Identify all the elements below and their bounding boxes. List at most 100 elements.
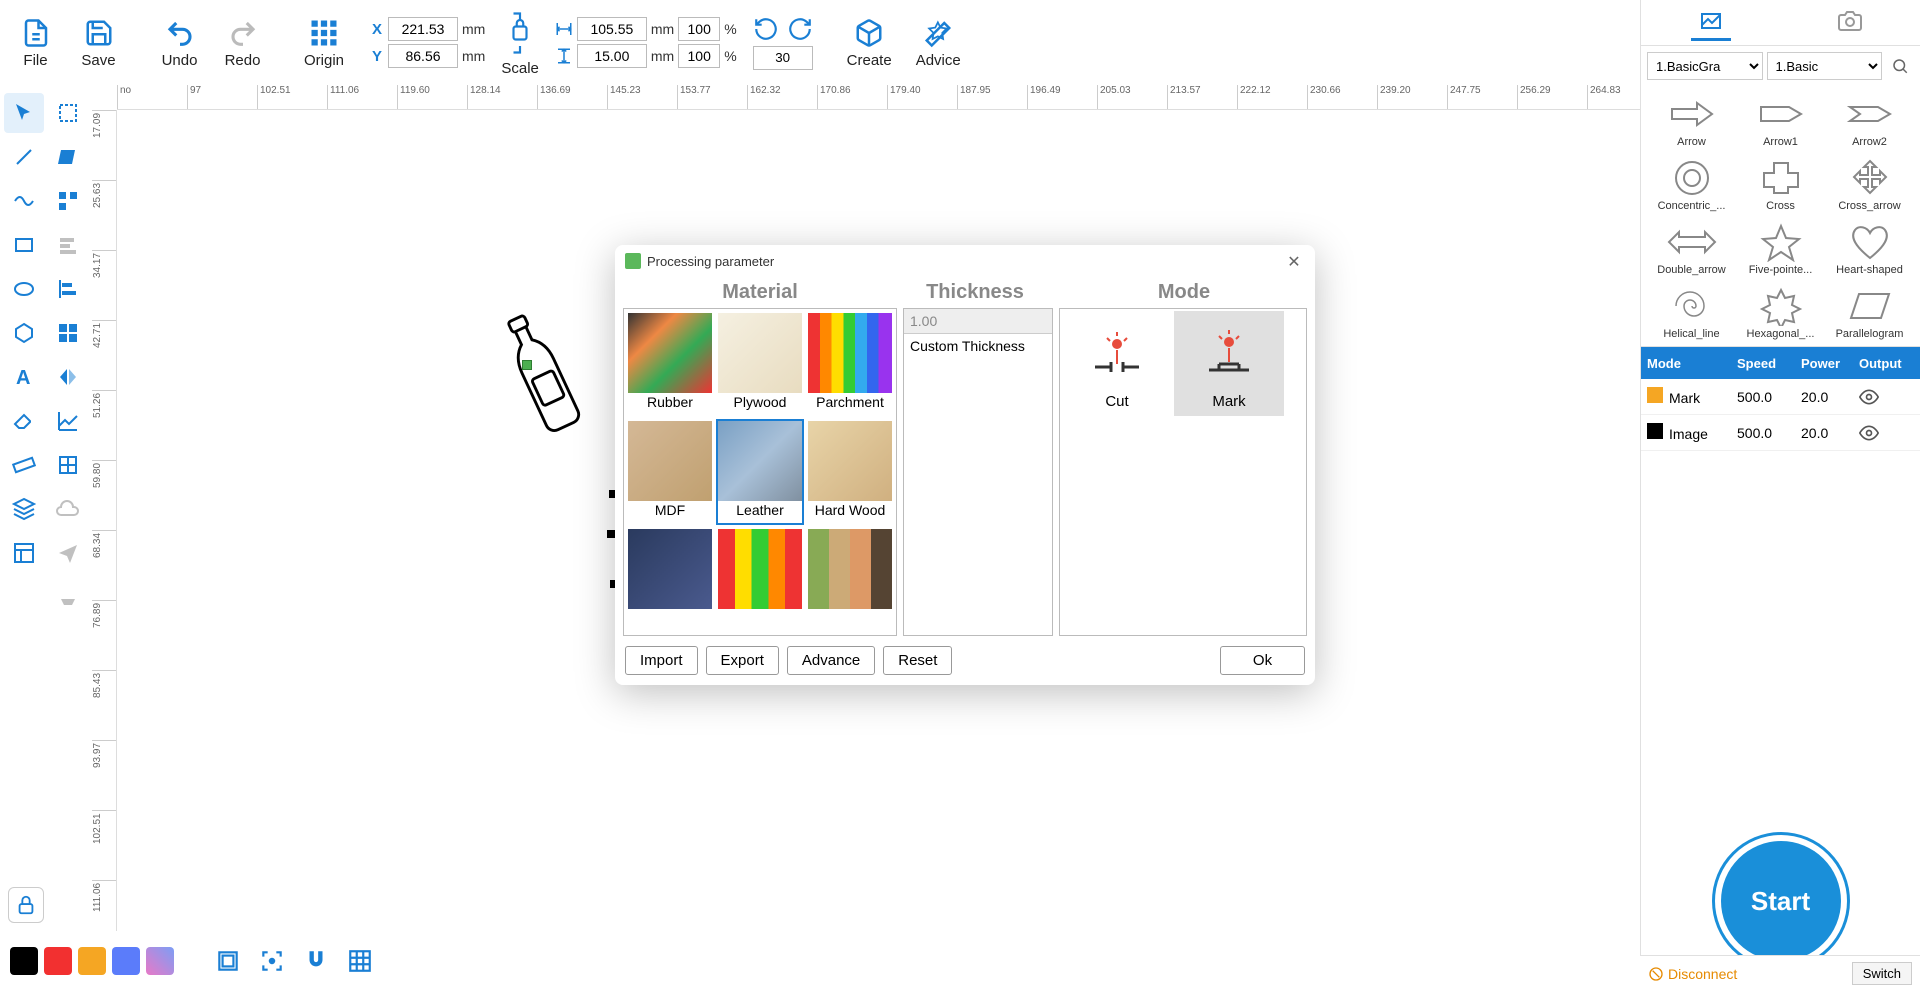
origin-icon (308, 17, 340, 49)
save-button[interactable]: Save (71, 12, 126, 74)
mode-item-mark[interactable]: Mark (1174, 311, 1284, 416)
material-thumb (808, 313, 892, 393)
undo-button[interactable]: Undo (152, 12, 207, 74)
shape-item[interactable]: Heart-shaped (1827, 218, 1912, 278)
tab-shapes[interactable] (1691, 5, 1731, 41)
origin-button[interactable]: Origin (296, 12, 352, 74)
grid-icon[interactable] (342, 943, 378, 979)
shape-item[interactable]: Parallelogram (1827, 282, 1912, 342)
rotate-cw-icon[interactable] (787, 16, 813, 42)
material-item[interactable] (626, 527, 714, 633)
ok-button[interactable]: Ok (1220, 646, 1305, 675)
layer-row[interactable]: Mark500.020.0 (1641, 379, 1920, 415)
eraser-tool[interactable] (4, 401, 44, 441)
ellipse-tool[interactable] (4, 269, 44, 309)
rotate-ccw-icon[interactable] (753, 16, 779, 42)
material-item[interactable]: Leather (716, 419, 804, 525)
grid-tool[interactable] (48, 313, 88, 353)
send-tool[interactable] (48, 533, 88, 573)
width-input[interactable] (577, 17, 647, 41)
graph-tool[interactable] (48, 401, 88, 441)
search-shapes-icon[interactable] (1886, 52, 1914, 80)
create-button[interactable]: Create (839, 12, 900, 74)
ruler-tool[interactable] (4, 445, 44, 485)
mode-item-cut[interactable]: Cut (1062, 311, 1172, 416)
material-thumb (628, 313, 712, 393)
shape-item[interactable]: Double_arrow (1649, 218, 1734, 278)
magnet-icon[interactable] (298, 943, 334, 979)
laser-tool[interactable] (48, 577, 88, 617)
shape-item[interactable]: Five-pointe... (1738, 218, 1823, 278)
reset-button[interactable]: Reset (883, 646, 952, 675)
shape-item[interactable]: Arrow2 (1827, 90, 1912, 150)
layer-row[interactable]: Image500.020.0 (1641, 415, 1920, 451)
mirror-tool[interactable] (48, 357, 88, 397)
color-swatch[interactable] (78, 947, 106, 975)
material-item[interactable]: Rubber (626, 311, 714, 417)
lock-canvas-button[interactable] (8, 887, 44, 923)
connection-status[interactable]: Disconnect (1648, 966, 1737, 982)
import-button[interactable]: Import (625, 646, 698, 675)
shape-tool[interactable] (48, 137, 88, 177)
start-button[interactable]: Start (1721, 841, 1841, 961)
selection-handle[interactable] (607, 530, 615, 538)
color-swatch[interactable] (146, 947, 174, 975)
align-left-tool[interactable] (48, 269, 88, 309)
export-button[interactable]: Export (706, 646, 779, 675)
rotation-input[interactable] (753, 46, 813, 70)
shape-item[interactable]: Arrow1 (1738, 90, 1823, 150)
layout-tool[interactable] (4, 533, 44, 573)
color-swatch[interactable] (112, 947, 140, 975)
selection-handle-rotate[interactable] (522, 360, 532, 370)
x-input[interactable] (388, 17, 458, 41)
shape-item[interactable]: Helical_line (1649, 282, 1734, 342)
advance-button[interactable]: Advance (787, 646, 875, 675)
snap-grid-tool[interactable] (48, 445, 88, 485)
material-item[interactable]: Parchment (806, 311, 894, 417)
bottle-graphic[interactable] (497, 310, 587, 440)
marquee-tool[interactable] (48, 93, 88, 133)
material-item[interactable]: Plywood (716, 311, 804, 417)
material-item[interactable]: MDF (626, 419, 714, 525)
custom-thickness-option[interactable]: Custom Thickness (904, 334, 1052, 358)
align-h-tool[interactable] (48, 225, 88, 265)
shape-icon (1751, 92, 1811, 136)
select-tool[interactable] (4, 93, 44, 133)
material-item[interactable]: Hard Wood (806, 419, 894, 525)
shape-item[interactable]: Concentric_... (1649, 154, 1734, 214)
height-input[interactable] (577, 44, 647, 68)
shape-category-select-1[interactable]: 1.BasicGra (1647, 52, 1763, 80)
text-tool[interactable]: A (4, 357, 44, 397)
node-edit-tool[interactable] (48, 181, 88, 221)
close-button[interactable]: ✕ (1283, 251, 1305, 273)
advice-button[interactable]: Advice (908, 12, 969, 74)
material-item[interactable] (716, 527, 804, 633)
cloud-tool[interactable] (48, 489, 88, 529)
shape-item[interactable]: Cross (1738, 154, 1823, 214)
tab-camera[interactable] (1830, 5, 1870, 41)
material-header: Material (623, 277, 897, 308)
layers-tool[interactable] (4, 489, 44, 529)
shape-item[interactable]: Cross_arrow (1827, 154, 1912, 214)
material-label: Hard Wood (808, 501, 892, 519)
rectangle-tool[interactable] (4, 225, 44, 265)
redo-button[interactable]: Redo (215, 12, 270, 74)
curve-tool[interactable] (4, 181, 44, 221)
height-pct-input[interactable] (678, 44, 720, 68)
thickness-input[interactable] (904, 309, 1052, 334)
polygon-tool[interactable] (4, 313, 44, 353)
frame-icon[interactable] (210, 943, 246, 979)
file-button[interactable]: File (8, 12, 63, 74)
width-pct-input[interactable] (678, 17, 720, 41)
shape-item[interactable]: Arrow (1649, 90, 1734, 150)
y-input[interactable] (388, 44, 458, 68)
focus-icon[interactable] (254, 943, 290, 979)
shape-category-select-2[interactable]: 1.Basic (1767, 52, 1883, 80)
line-tool[interactable] (4, 137, 44, 177)
lock-aspect-button[interactable]: Scale (493, 9, 547, 77)
color-swatch[interactable] (44, 947, 72, 975)
shape-item[interactable]: Hexagonal_... (1738, 282, 1823, 342)
material-item[interactable] (806, 527, 894, 633)
color-swatch[interactable] (10, 947, 38, 975)
switch-button[interactable]: Switch (1852, 962, 1912, 985)
